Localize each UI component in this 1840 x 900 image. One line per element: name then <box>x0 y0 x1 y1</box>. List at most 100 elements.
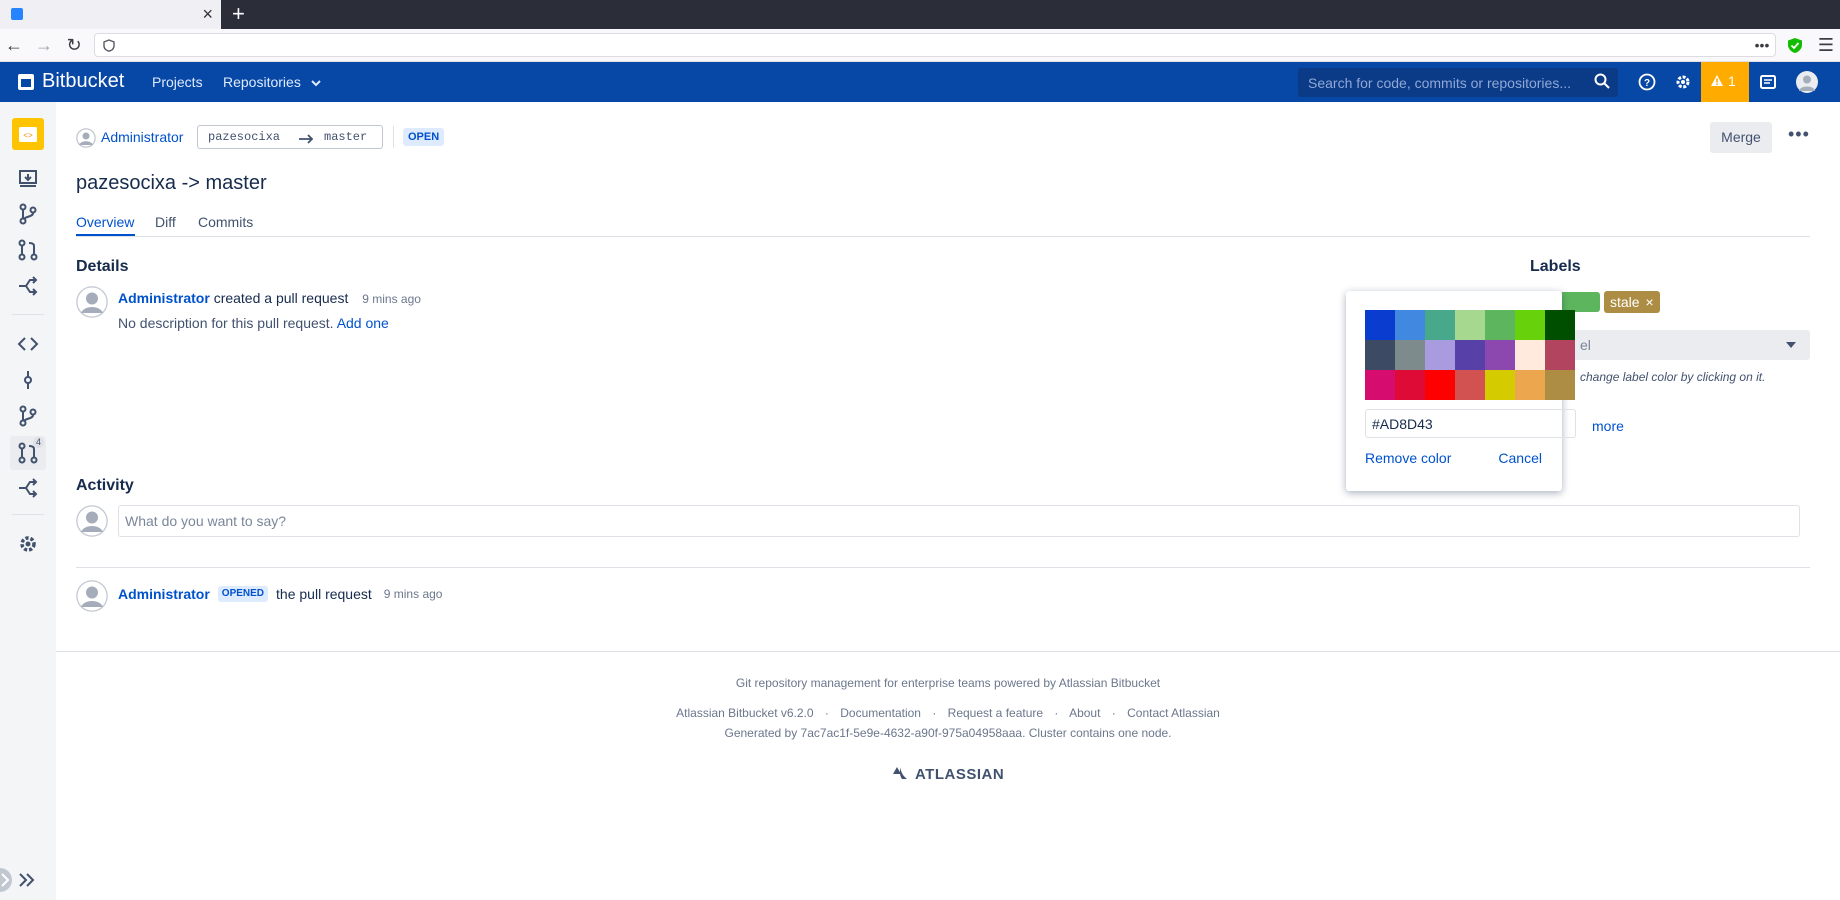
commits-icon[interactable] <box>16 368 40 392</box>
nav-repositories[interactable]: Repositories <box>223 74 321 90</box>
labels-heading: Labels <box>1530 258 1581 275</box>
create-branch-icon[interactable] <box>16 202 40 226</box>
color-swatch[interactable] <box>1455 370 1485 400</box>
remove-color-link[interactable]: Remove color <box>1365 450 1451 466</box>
user-avatar-icon <box>76 128 96 148</box>
footer-contact-link[interactable]: Contact Atlassian <box>1127 706 1220 720</box>
page-actions-icon[interactable]: ••• <box>1750 33 1774 57</box>
footer-tagline: Git repository management for enterprise… <box>735 676 1161 690</box>
footer-documentation-link[interactable]: Documentation <box>840 706 921 720</box>
notifications-icon[interactable] <box>1758 72 1778 92</box>
remove-label-icon[interactable]: × <box>1645 294 1653 310</box>
source-branch[interactable]: pazesocixa <box>208 130 280 144</box>
expand-sidebar-icon[interactable] <box>0 864 56 896</box>
help-icon[interactable]: ? <box>1637 72 1657 92</box>
tracking-protection-icon[interactable] <box>1787 37 1803 54</box>
forks-icon[interactable] <box>16 476 40 500</box>
color-swatch[interactable] <box>1515 310 1545 340</box>
browser-tab[interactable]: × <box>0 0 221 29</box>
color-swatch[interactable] <box>1365 340 1395 370</box>
source-icon[interactable] <box>16 332 40 356</box>
menu-icon[interactable]: ☰ <box>1814 33 1838 57</box>
pr-author-link[interactable]: Administrator <box>101 129 183 145</box>
color-swatch[interactable] <box>1425 340 1455 370</box>
sidebar-item-pull-requests[interactable]: 4 <box>10 436 46 470</box>
pr-description: No description for this pull request. Ad… <box>118 315 389 331</box>
activity-author-link[interactable]: Administrator <box>118 586 210 602</box>
color-swatch[interactable] <box>1395 340 1425 370</box>
color-swatch[interactable] <box>1515 370 1545 400</box>
details-author-link[interactable]: Administrator <box>118 290 210 306</box>
search-placeholder: Search for code, commits or repositories… <box>1308 75 1571 91</box>
footer-version[interactable]: Atlassian Bitbucket v6.2.0 <box>676 706 813 720</box>
color-swatch[interactable] <box>1455 310 1485 340</box>
color-swatch[interactable] <box>1395 370 1425 400</box>
add-label-select[interactable]: el <box>1560 330 1810 360</box>
more-actions-icon[interactable]: ••• <box>1788 124 1810 145</box>
repository-avatar[interactable]: <> <box>12 118 44 150</box>
back-icon[interactable]: ← <box>2 33 26 57</box>
color-swatch[interactable] <box>1365 310 1395 340</box>
close-tab-icon[interactable]: × <box>202 4 213 24</box>
color-swatch[interactable] <box>1365 370 1395 400</box>
branches-icon[interactable] <box>16 404 40 428</box>
sidebar-divider <box>12 514 44 515</box>
url-bar[interactable] <box>94 33 1776 57</box>
user-avatar-icon <box>76 505 108 537</box>
color-swatch[interactable] <box>1545 310 1575 340</box>
warning-button[interactable]: 1 <box>1701 62 1749 102</box>
fork-icon[interactable] <box>16 274 40 298</box>
repository-settings-icon[interactable] <box>16 532 40 556</box>
atlassian-logo-icon <box>892 767 907 779</box>
tab-overview[interactable]: Overview <box>76 214 134 230</box>
svg-text:<>: <> <box>23 132 33 141</box>
color-swatch[interactable] <box>1395 310 1425 340</box>
search-input[interactable]: Search for code, commits or repositories… <box>1298 68 1618 97</box>
color-swatch[interactable] <box>1425 370 1455 400</box>
color-swatch[interactable] <box>1455 340 1485 370</box>
author-avatar[interactable] <box>76 128 96 148</box>
atlassian-logo[interactable]: ATLASSIAN <box>56 766 1840 783</box>
reload-icon[interactable]: ↻ <box>62 33 86 57</box>
hex-color-input[interactable]: #AD8D43 <box>1365 409 1576 438</box>
color-swatch[interactable] <box>1545 340 1575 370</box>
create-pull-request-icon[interactable] <box>16 238 40 262</box>
sidebar-divider <box>12 314 44 315</box>
activity-text: the pull request <box>276 586 372 602</box>
bitbucket-logo[interactable]: Bitbucket <box>18 70 124 93</box>
cancel-color-link[interactable]: Cancel <box>1498 450 1542 466</box>
gear-icon[interactable] <box>1673 72 1693 92</box>
tab-diff[interactable]: Diff <box>155 214 176 230</box>
color-swatch[interactable] <box>1425 310 1455 340</box>
details-author-avatar[interactable] <box>76 286 108 318</box>
forward-icon[interactable]: → <box>32 33 56 57</box>
clone-icon[interactable] <box>16 166 40 190</box>
color-swatch[interactable] <box>1485 370 1515 400</box>
page-title: pazesocixa -> master <box>76 172 267 194</box>
nav-repositories-label: Repositories <box>223 74 301 90</box>
label-select-placeholder: el <box>1580 337 1591 353</box>
user-avatar[interactable] <box>1796 71 1818 93</box>
new-tab-icon[interactable]: + <box>232 2 245 26</box>
color-swatch[interactable] <box>1515 340 1545 370</box>
footer-request-feature-link[interactable]: Request a feature <box>948 706 1043 720</box>
color-swatch[interactable] <box>1485 340 1515 370</box>
details-timestamp[interactable]: 9 mins ago <box>362 292 421 306</box>
color-swatch[interactable] <box>1545 370 1575 400</box>
merge-button[interactable]: Merge <box>1710 122 1772 153</box>
target-branch[interactable]: master <box>324 130 367 144</box>
color-swatch[interactable] <box>1485 310 1515 340</box>
nav-projects[interactable]: Projects <box>152 74 203 90</box>
bitbucket-logo-icon <box>18 73 34 90</box>
labels-more-link[interactable]: more <box>1592 418 1624 434</box>
tabs-divider <box>76 236 1810 237</box>
label-tag-stale[interactable]: stale × <box>1604 291 1660 313</box>
tab-commits[interactable]: Commits <box>198 214 253 230</box>
comment-input[interactable]: What do you want to say? <box>118 505 1800 537</box>
add-description-link[interactable]: Add one <box>337 315 389 331</box>
footer-about-link[interactable]: About <box>1069 706 1100 720</box>
footer-divider <box>56 651 1840 652</box>
activity-timestamp[interactable]: 9 mins ago <box>384 587 443 601</box>
activity-author-avatar[interactable] <box>76 580 108 612</box>
browser-tab-bar: × + <box>0 0 1840 29</box>
